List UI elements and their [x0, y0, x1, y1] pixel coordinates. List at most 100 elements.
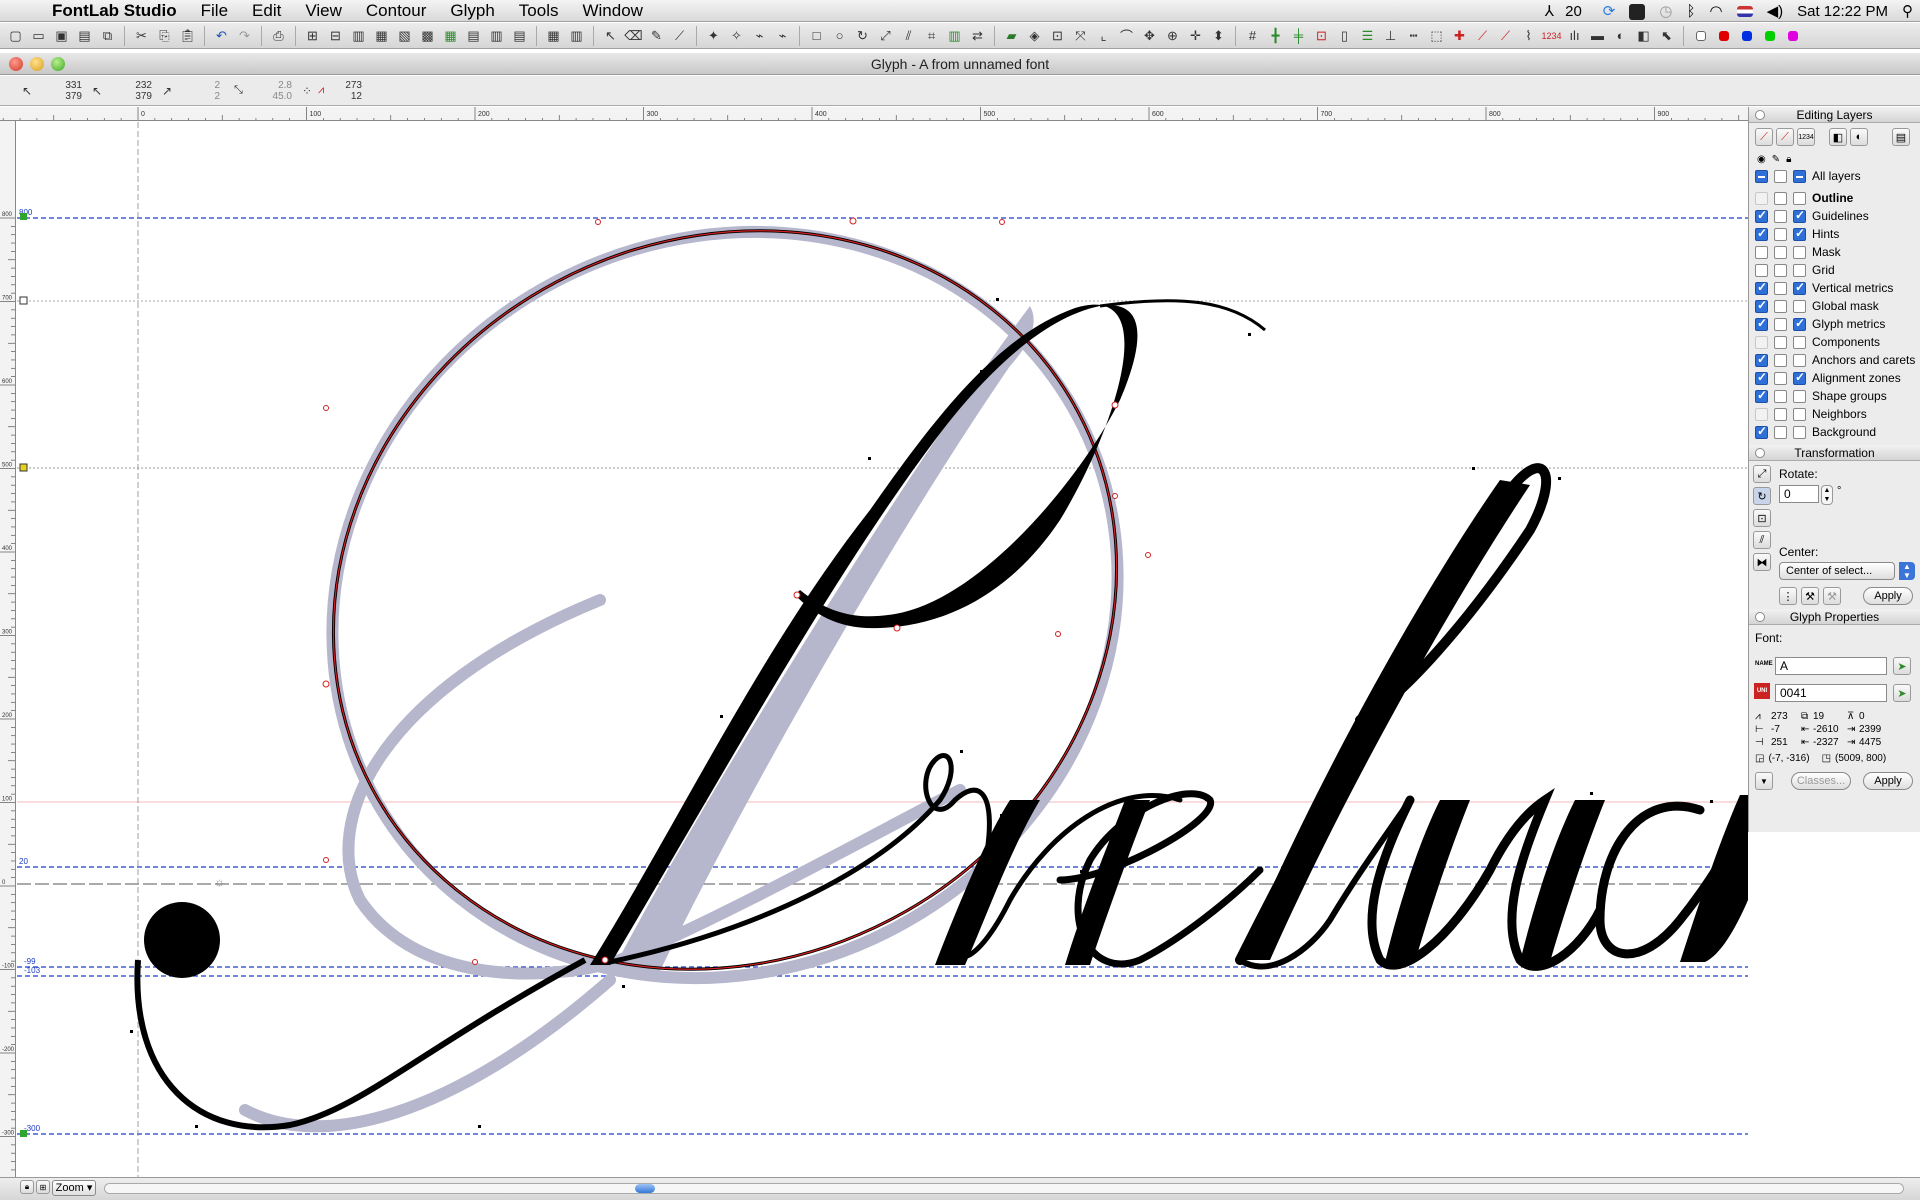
layer-visible-checkbox[interactable] [1755, 263, 1768, 277]
curve-icon[interactable]: ⌒ [1115, 25, 1138, 47]
wifi-icon[interactable]: ◠ [1702, 2, 1729, 20]
node-tool-b-icon[interactable]: ✧ [725, 25, 748, 47]
editing-layers-header[interactable]: Editing Layers [1749, 107, 1920, 123]
control-points[interactable] [130, 298, 1713, 1128]
scale-tool-icon[interactable]: ⤢ [874, 25, 897, 47]
scale-mode-icon[interactable]: ⊡ [1753, 509, 1771, 527]
bars-icon[interactable]: ılı [1563, 25, 1586, 47]
node-mode-icon[interactable]: ⟋ [1776, 128, 1794, 146]
swatch-white-icon[interactable] [1689, 25, 1712, 47]
glyph-apply-button[interactable]: Apply [1863, 772, 1913, 790]
layer-edit-checkbox[interactable] [1793, 389, 1806, 403]
layer-edit-checkbox[interactable] [1793, 226, 1806, 241]
transformation-header[interactable]: Transformation [1749, 445, 1920, 461]
zoom-select[interactable]: Zoom ▾ [52, 1180, 96, 1196]
path-icon[interactable]: ⌇ [1517, 25, 1540, 47]
contour-red2-icon[interactable]: ⟋ [1494, 25, 1517, 47]
fill-icon[interactable]: ☰ [1356, 25, 1379, 47]
ellipse-tool-icon[interactable]: ○ [828, 25, 851, 47]
kerning-view-icon[interactable]: ⊟ [324, 25, 347, 47]
bars2-icon[interactable]: ▬ [1586, 25, 1609, 47]
paste-icon[interactable]: 📋︎ [176, 25, 199, 47]
layer-lock-checkbox[interactable] [1774, 191, 1787, 205]
lock-view-icon[interactable]: 🔒︎ [20, 1180, 34, 1194]
layer-visible-checkbox[interactable] [1755, 280, 1768, 295]
swatch-magenta-icon[interactable] [1781, 25, 1804, 47]
swatch-red-icon[interactable] [1712, 25, 1735, 47]
metrics-icon[interactable]: ⊥ [1379, 25, 1402, 47]
layer-visible-checkbox[interactable] [1755, 388, 1768, 403]
view-h-icon[interactable]: ▥ [565, 25, 588, 47]
app-status-icon[interactable] [1622, 2, 1652, 20]
view-d-icon[interactable]: ▤ [462, 25, 485, 47]
layer-visible-checkbox[interactable] [1755, 352, 1768, 367]
layer-row[interactable]: Guidelines [1749, 207, 1920, 225]
layer-visible-checkbox[interactable] [1755, 316, 1768, 331]
layer-row[interactable]: Grid [1749, 261, 1920, 279]
menu-glyph[interactable]: Glyph [438, 0, 506, 22]
ot-icon[interactable]: ▩ [416, 25, 439, 47]
flag-icon[interactable] [1730, 3, 1760, 20]
scrollbar-thumb[interactable] [635, 1184, 655, 1193]
menu-tools[interactable]: Tools [507, 0, 571, 22]
cut-icon[interactable]: ✂ [130, 25, 153, 47]
knife-tool-icon[interactable]: ⟋ [668, 25, 691, 47]
menu-file[interactable]: File [189, 0, 240, 22]
transform-icon[interactable]: ⤧ [1069, 25, 1092, 47]
menu-contour[interactable]: Contour [354, 0, 438, 22]
list-icon[interactable]: ⋮ [1779, 587, 1797, 605]
layer-row[interactable]: Components [1749, 333, 1920, 351]
layer-edit-checkbox[interactable] [1793, 208, 1806, 223]
layer-lock-checkbox[interactable] [1774, 227, 1787, 241]
layer-visible-checkbox[interactable] [1755, 370, 1768, 385]
rotate-stepper[interactable]: ▲ ▼ [1821, 485, 1833, 505]
hint-tool-icon[interactable]: ▥ [943, 25, 966, 47]
layer-lock-checkbox[interactable] [1774, 281, 1787, 295]
layer-row[interactable]: Glyph metrics [1749, 315, 1920, 333]
unicode-apply-icon[interactable]: ➤ [1893, 684, 1911, 702]
arrow-red-icon[interactable]: ⬉ [1655, 25, 1678, 47]
menu-edit[interactable]: Edit [240, 0, 293, 22]
panel-options-icon[interactable]: ▤ [1892, 128, 1910, 146]
grid-icon[interactable]: # [1241, 25, 1264, 47]
add-node-icon[interactable]: ✦ [702, 25, 725, 47]
layer-lock-checkbox[interactable] [1774, 263, 1787, 277]
metrics-view-icon[interactable]: ⊞ [301, 25, 324, 47]
layer-edit-checkbox[interactable] [1793, 353, 1806, 367]
save-all-icon[interactable]: ▤ [73, 25, 96, 47]
layer-edit-checkbox[interactable] [1793, 316, 1806, 331]
move-icon[interactable]: ⬍ [1207, 25, 1230, 47]
layer-edit-checkbox[interactable] [1793, 370, 1806, 385]
layer-visible-checkbox[interactable] [1755, 298, 1768, 313]
link-tool-icon[interactable]: ⇄ [966, 25, 989, 47]
time-machine-icon[interactable]: ◷ [1652, 2, 1679, 20]
panel-close-icon[interactable] [1755, 612, 1765, 622]
all-lock-checkbox[interactable] [1774, 169, 1787, 183]
align-icon[interactable]: ✥ [1138, 25, 1161, 47]
pen-tool-icon[interactable]: ✎ [645, 25, 668, 47]
yin-icon[interactable]: ◐ [1609, 25, 1632, 47]
layer-visible-checkbox[interactable] [1755, 335, 1768, 349]
glyph-name-input[interactable]: A [1775, 657, 1887, 675]
layer-stack-icon[interactable]: ◧ [1829, 128, 1847, 146]
layer-edit-checkbox[interactable] [1793, 335, 1806, 349]
clock[interactable]: Sat 12:22 PM [1790, 3, 1895, 20]
layer-row[interactable]: Hints [1749, 225, 1920, 243]
print-icon[interactable]: ⎙ [267, 25, 290, 47]
app-menu[interactable]: FontLab Studio [48, 0, 189, 22]
expand-chevron-icon[interactable]: ▼ [1755, 772, 1773, 790]
layer-row[interactable]: Mask [1749, 243, 1920, 261]
new-icon[interactable]: ▢ [4, 25, 27, 47]
numbers-icon[interactable]: 1234 [1540, 25, 1563, 47]
eraser-tool-icon[interactable]: ⌫ [622, 25, 645, 47]
anchor-sun-icon[interactable]: ☼ [214, 875, 225, 889]
node-tool-d-icon[interactable]: ⌁ [771, 25, 794, 47]
guide-marker-xheight[interactable] [19, 463, 28, 472]
marker-icon[interactable]: ◈ [1023, 25, 1046, 47]
layers-icon[interactable]: ◧ [1632, 25, 1655, 47]
view-b-icon[interactable]: ▦ [370, 25, 393, 47]
rotate-input[interactable]: 0 [1779, 485, 1819, 503]
menu-window[interactable]: Window [570, 0, 654, 22]
layer-visible-checkbox[interactable] [1755, 191, 1768, 205]
chevron-updown-icon[interactable]: ▲ ▼ [1899, 562, 1915, 580]
